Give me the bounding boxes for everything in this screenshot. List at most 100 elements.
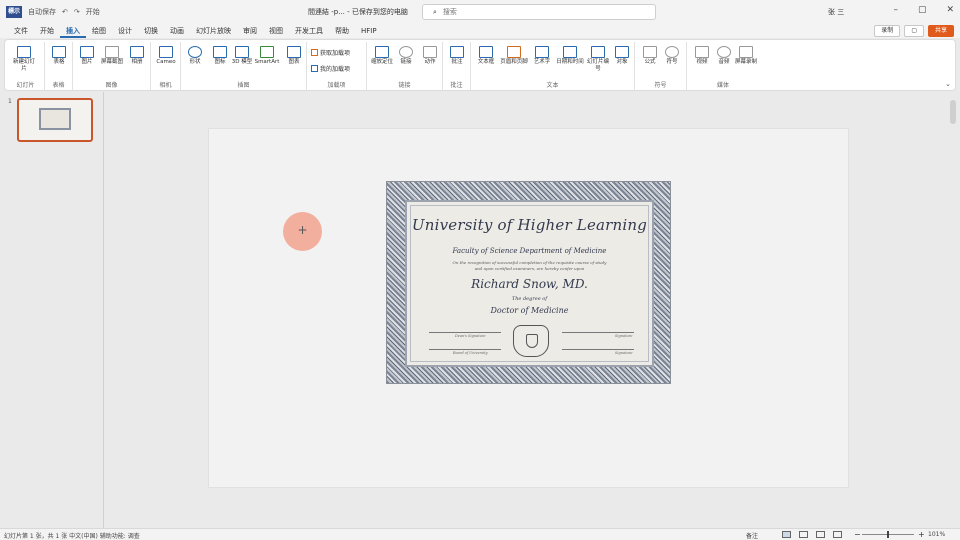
certificate-degree: Doctor of Medicine: [490, 306, 569, 315]
screen-recording-button[interactable]: 屏幕录制: [733, 44, 759, 78]
tab-view[interactable]: 视图: [263, 24, 289, 38]
user-name[interactable]: 张 三: [828, 7, 844, 17]
group-media: 视频 音频 屏幕录制 媒体: [687, 42, 759, 90]
new-slide-button[interactable]: 新建幻灯片: [11, 44, 37, 78]
screen-record-icon: [739, 46, 753, 58]
tab-file[interactable]: 文件: [8, 24, 34, 38]
signature-label-right-top: Signature: [615, 334, 633, 338]
present-button[interactable]: ▢: [904, 25, 924, 37]
normal-view-icon[interactable]: [782, 531, 791, 538]
collapse-ribbon-icon[interactable]: ⌄: [945, 80, 951, 88]
zoom-level[interactable]: 101%: [928, 531, 945, 538]
pictures-button[interactable]: 图片: [74, 44, 100, 78]
group-symbols: 公式 符号 符号: [635, 42, 687, 90]
object-button[interactable]: 对象: [609, 44, 635, 78]
smartart-button[interactable]: SmartArt: [253, 44, 281, 78]
ribbon: 新建幻灯片 幻灯片 表格 表格 图片 屏幕截图 相册 图像 Cameo 相机 形…: [4, 39, 956, 91]
search-icon: ⌕: [433, 7, 437, 16]
speaker-icon: [717, 46, 731, 58]
3d-models-button[interactable]: 3D 模型: [229, 44, 255, 78]
tab-review[interactable]: 审阅: [237, 24, 263, 38]
autosave-toggle[interactable]: 自动保存: [28, 7, 56, 17]
certificate-degree-intro: The degree of: [511, 296, 548, 302]
search-input[interactable]: ⌕ 搜索: [422, 4, 656, 20]
group-table: 表格 表格: [45, 42, 73, 90]
omega-icon: [665, 46, 679, 58]
tab-developer[interactable]: 开发工具: [289, 24, 329, 38]
close-icon[interactable]: ✕: [946, 5, 954, 15]
start-button[interactable]: 开始: [86, 7, 100, 17]
tab-draw[interactable]: 绘图: [86, 24, 112, 38]
calendar-icon: [563, 46, 577, 58]
star-icon: [423, 46, 437, 58]
zoom-slider[interactable]: [862, 531, 914, 538]
textbox-button[interactable]: 文本框: [473, 44, 499, 78]
maximize-icon[interactable]: ▢: [918, 5, 927, 15]
screenshot-button[interactable]: 屏幕截图: [99, 44, 125, 78]
zoom-in-icon[interactable]: +: [918, 530, 925, 539]
signature-line-left-bottom: [429, 349, 501, 350]
zoom-out-icon[interactable]: −: [854, 530, 861, 539]
notes-button[interactable]: 备注: [746, 531, 758, 540]
reading-view-icon[interactable]: [816, 531, 825, 538]
zoom-button[interactable]: 缩放定位: [369, 44, 395, 78]
group-comments: 批注 批注: [443, 42, 471, 90]
tab-slideshow[interactable]: 幻灯片放映: [190, 24, 237, 38]
tab-hfip[interactable]: HFIP: [355, 24, 383, 38]
cameo-button[interactable]: Cameo: [153, 44, 179, 78]
tab-home[interactable]: 开始: [34, 24, 60, 38]
get-addins-button[interactable]: 获取加载项: [311, 48, 350, 57]
ribbon-tabs: 文件 开始 插入 绘图 设计 切换 动画 幻灯片放映 审阅 视图 开发工具 帮助…: [0, 24, 960, 38]
slideshow-icon[interactable]: [833, 531, 842, 538]
slide-thumbnail[interactable]: [17, 98, 93, 142]
certificate-line-1: On the recognition of successful complet…: [452, 260, 607, 265]
link-icon: [399, 46, 413, 58]
tab-design[interactable]: 设计: [112, 24, 138, 38]
cube-icon: [235, 46, 249, 58]
document-title[interactable]: 間連結 -p... - 已保存到您的电脑: [308, 7, 408, 17]
new-slide-icon: [17, 46, 31, 58]
object-icon: [615, 46, 629, 58]
shapes-button[interactable]: 形状: [182, 44, 208, 78]
chart-button[interactable]: 图表: [281, 44, 307, 78]
slide-number-button[interactable]: 幻灯片编号: [585, 44, 611, 78]
app-logo: 標示: [6, 6, 22, 18]
table-button[interactable]: 表格: [46, 44, 72, 78]
wordart-button[interactable]: 艺术字: [529, 44, 555, 78]
vertical-scrollbar[interactable]: [950, 100, 956, 124]
group-images: 图片 屏幕截图 相册 图像: [73, 42, 151, 90]
link-button[interactable]: 链接: [393, 44, 419, 78]
action-button[interactable]: 动作: [417, 44, 443, 78]
group-slides: 新建幻灯片 幻灯片: [7, 42, 45, 90]
university-seal-icon: [513, 325, 549, 357]
tab-insert[interactable]: 插入: [60, 24, 86, 38]
certificate-image[interactable]: University of Higher Learning Faculty of…: [386, 181, 671, 384]
certificate-recipient: Richard Snow, MD.: [471, 277, 588, 291]
store-icon: [311, 49, 318, 56]
title-bar: 標示 自动保存 ↶ ↷ 开始 間連結 -p... - 已保存到您的电脑 ⌕ 搜索…: [0, 0, 960, 24]
addins-icon: [311, 65, 318, 72]
slide-thumbnail-pane: 1: [0, 92, 104, 528]
symbol-button[interactable]: 符号: [659, 44, 685, 78]
tab-help[interactable]: 帮助: [329, 24, 355, 38]
textbox-icon: [479, 46, 493, 58]
date-time-button[interactable]: 日期和时间: [555, 44, 585, 78]
chart-icon: [287, 46, 301, 58]
slide-number-icon: [591, 46, 605, 58]
table-icon: [52, 46, 66, 58]
my-addins-button[interactable]: 我的加载项: [311, 64, 350, 73]
photo-album-button[interactable]: 相册: [124, 44, 150, 78]
undo-icon[interactable]: ↶: [62, 8, 68, 16]
record-button[interactable]: 录制: [874, 25, 901, 37]
slide-sorter-icon[interactable]: [799, 531, 808, 538]
header-footer-button[interactable]: 页眉和页脚: [499, 44, 529, 78]
view-buttons: [782, 531, 842, 538]
redo-icon[interactable]: ↷: [74, 8, 80, 16]
comment-icon: [450, 46, 464, 58]
tab-animations[interactable]: 动画: [164, 24, 190, 38]
tab-transitions[interactable]: 切换: [138, 24, 164, 38]
comment-button[interactable]: 批注: [444, 44, 470, 78]
share-button[interactable]: 共享: [927, 25, 954, 37]
minimize-icon[interactable]: –: [893, 5, 898, 15]
signature-line-right-top: [562, 332, 634, 333]
